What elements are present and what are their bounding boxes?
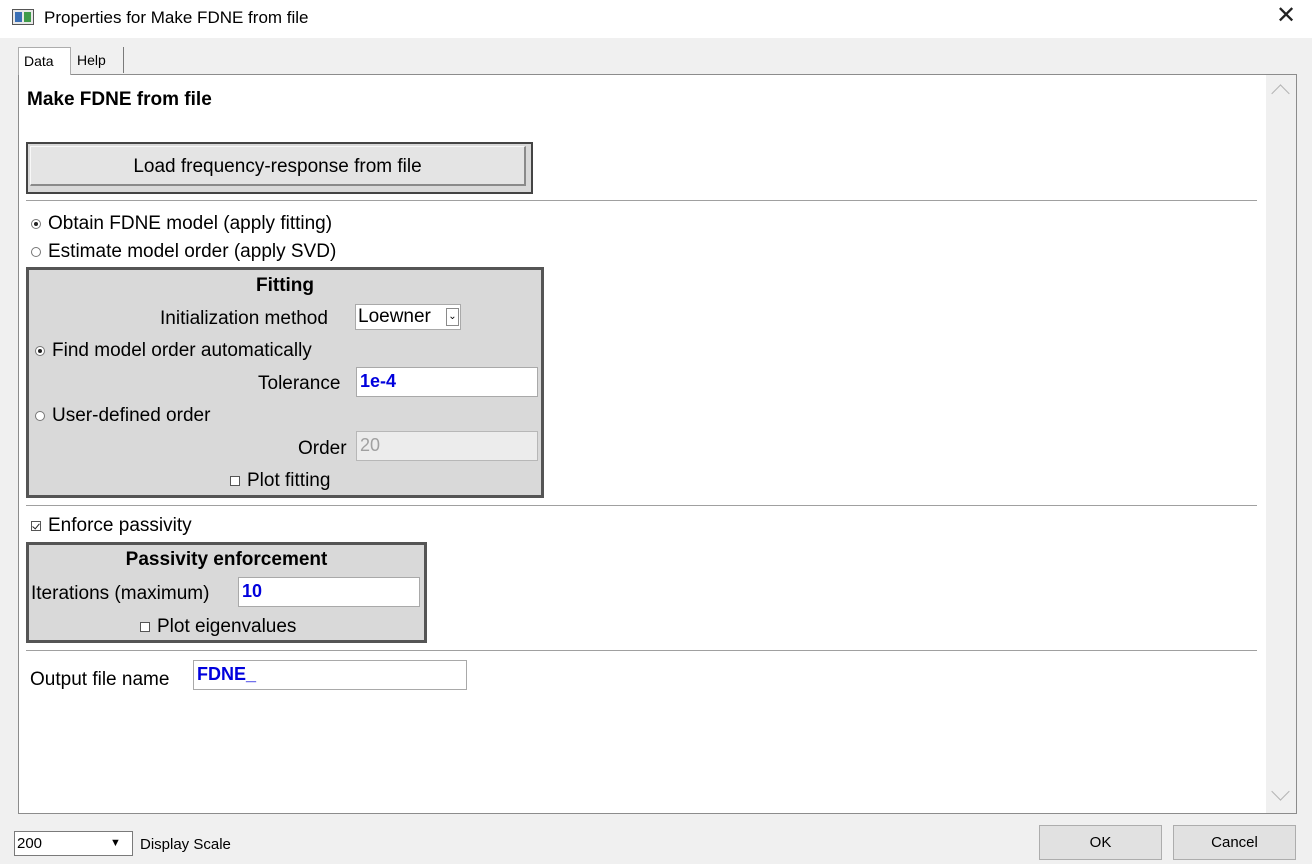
radio-unselected-icon[interactable] bbox=[31, 246, 41, 257]
display-scale-select[interactable]: 200 ▼ bbox=[14, 831, 133, 856]
radio-selected-icon[interactable] bbox=[31, 218, 41, 229]
tab-help[interactable]: Help bbox=[72, 47, 124, 73]
window-title: Properties for Make FDNE from file bbox=[44, 8, 309, 27]
radio-obtain-fdne[interactable]: Obtain FDNE model (apply fitting) bbox=[31, 213, 332, 235]
separator bbox=[26, 505, 1257, 506]
tolerance-label: Tolerance bbox=[258, 373, 341, 394]
order-input[interactable]: 20 bbox=[356, 431, 538, 461]
display-scale-label: Display Scale bbox=[140, 836, 231, 853]
chevron-down-icon[interactable] bbox=[1271, 782, 1290, 801]
separator bbox=[26, 200, 1257, 201]
radio-selected-icon[interactable] bbox=[35, 345, 45, 356]
checkbox-unchecked-icon[interactable] bbox=[230, 475, 240, 486]
radio-unselected-icon[interactable] bbox=[35, 410, 45, 421]
iterations-label: Iterations (maximum) bbox=[31, 583, 210, 604]
chevron-down-icon[interactable]: ⌄ bbox=[446, 308, 459, 326]
fitting-title: Fitting bbox=[255, 275, 315, 296]
close-icon[interactable]: ✕ bbox=[1276, 4, 1296, 28]
page-title: Make FDNE from file bbox=[27, 89, 212, 110]
radio-estimate-order[interactable]: Estimate model order (apply SVD) bbox=[31, 241, 336, 263]
tolerance-input[interactable]: 1e-4 bbox=[356, 367, 538, 397]
order-label: Order bbox=[298, 438, 347, 459]
enforce-passivity-checkbox[interactable]: Enforce passivity bbox=[31, 515, 192, 537]
passivity-title: Passivity enforcement bbox=[125, 549, 328, 570]
plot-eigenvalues-checkbox[interactable]: Plot eigenvalues bbox=[140, 616, 296, 638]
separator bbox=[26, 650, 1257, 651]
output-file-input[interactable]: FDNE_ bbox=[193, 660, 467, 690]
load-frequency-response-button[interactable]: Load frequency-response from file bbox=[30, 146, 526, 186]
init-method-select[interactable]: Loewner ⌄ bbox=[355, 304, 461, 330]
init-method-label: Initialization method bbox=[160, 308, 328, 329]
chevron-up-icon[interactable] bbox=[1271, 84, 1290, 103]
iterations-input[interactable]: 10 bbox=[238, 577, 420, 607]
output-file-label: Output file name bbox=[30, 669, 170, 690]
checkbox-unchecked-icon[interactable] bbox=[140, 621, 150, 632]
vertical-scrollbar[interactable] bbox=[1266, 75, 1296, 813]
radio-auto-order[interactable]: Find model order automatically bbox=[35, 340, 312, 362]
plot-fitting-checkbox[interactable]: Plot fitting bbox=[230, 470, 330, 492]
app-icon bbox=[12, 9, 34, 25]
radio-user-order[interactable]: User-defined order bbox=[35, 405, 210, 427]
dropdown-arrow-icon[interactable]: ▼ bbox=[99, 832, 132, 855]
tab-data[interactable]: Data bbox=[18, 47, 71, 75]
cancel-button[interactable]: Cancel bbox=[1173, 825, 1296, 860]
checkbox-checked-icon[interactable] bbox=[31, 520, 41, 531]
ok-button[interactable]: OK bbox=[1039, 825, 1162, 860]
